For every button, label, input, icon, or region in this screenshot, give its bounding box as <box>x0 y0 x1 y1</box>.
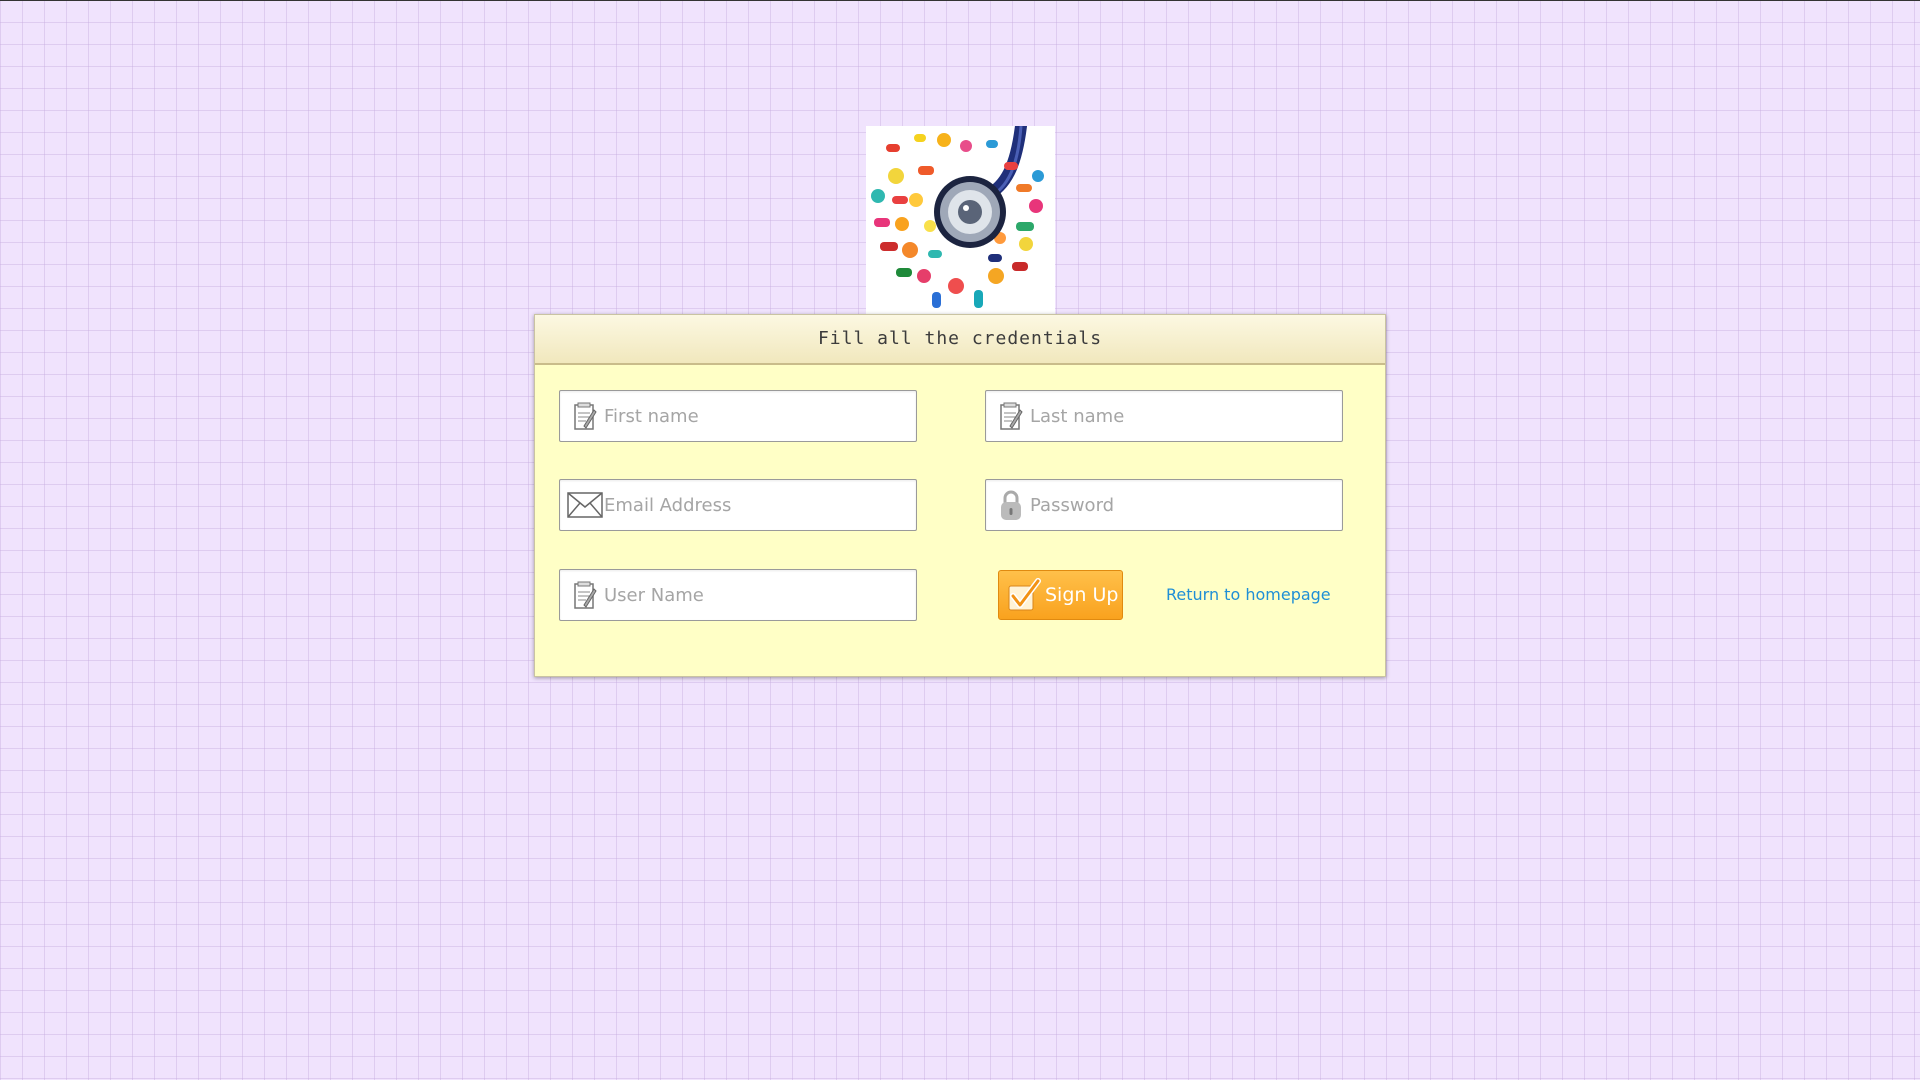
lock-icon <box>992 486 1030 524</box>
signup-panel: Fill all the credentials First name Last… <box>534 314 1386 677</box>
email-input[interactable] <box>604 480 910 530</box>
username-input[interactable] <box>604 570 910 620</box>
panel-title: Fill all the credentials <box>535 315 1385 365</box>
stethoscope-pills-logo <box>866 126 1055 316</box>
return-home-link[interactable]: Return to homepage <box>1166 585 1331 604</box>
notepad-icon <box>992 397 1030 435</box>
sign-up-label: Sign Up <box>1045 584 1119 606</box>
last-name-input[interactable] <box>1030 391 1336 441</box>
notepad-icon <box>566 397 604 435</box>
password-input[interactable] <box>1030 480 1336 530</box>
checkmark-icon <box>1008 578 1041 611</box>
first-name-input[interactable] <box>604 391 910 441</box>
email-field[interactable] <box>559 479 917 531</box>
envelope-icon <box>566 486 604 524</box>
logo-image <box>866 126 1055 316</box>
username-field[interactable] <box>559 569 917 621</box>
first-name-field[interactable] <box>559 390 917 442</box>
sign-up-button[interactable]: Sign Up <box>998 570 1123 620</box>
password-field[interactable] <box>985 479 1343 531</box>
notepad-icon <box>566 576 604 614</box>
last-name-field[interactable] <box>985 390 1343 442</box>
